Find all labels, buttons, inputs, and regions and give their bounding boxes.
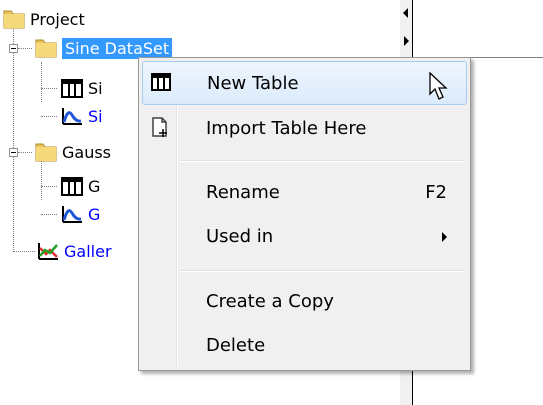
tree-node-label: Gauss xyxy=(62,142,112,162)
tree-node-gauss-dataset[interactable]: Gauss xyxy=(34,141,114,163)
menu-item-create-copy[interactable]: Create a Copy xyxy=(142,280,467,324)
folder-icon xyxy=(34,37,58,59)
tree-node-label: G xyxy=(88,204,101,224)
tree-node-table[interactable]: G xyxy=(60,175,102,197)
tree-node-label: Si xyxy=(88,78,102,98)
menu-item-delete[interactable]: Delete xyxy=(142,324,467,368)
menu-item-label: Import Table Here xyxy=(206,118,367,139)
folder-icon xyxy=(2,8,26,30)
menu-item-label: Delete xyxy=(206,335,266,356)
collapse-toggle[interactable] xyxy=(9,44,18,53)
menu-item-rename[interactable]: Rename F2 xyxy=(142,171,467,215)
import-icon xyxy=(148,115,172,139)
tree-connector xyxy=(41,186,57,187)
tree-connector xyxy=(41,88,57,89)
tree-node-sine-dataset[interactable]: Sine DataSet xyxy=(34,37,173,59)
tree-connector xyxy=(13,251,35,252)
menu-item-new-table[interactable]: New Table xyxy=(142,61,467,105)
menu-item-label: Rename xyxy=(206,182,280,203)
tree-node-label: Galler xyxy=(64,241,112,261)
menu-item-used-in[interactable]: Used in xyxy=(142,215,467,259)
tree-node-label: Sine DataSet xyxy=(62,37,173,59)
menu-item-shortcut: F2 xyxy=(425,182,447,203)
plot-icon xyxy=(60,105,84,127)
context-menu: New Table Import Table Here Rename F2 Us… xyxy=(138,57,471,371)
plot-icon xyxy=(60,203,84,225)
table-icon xyxy=(60,175,84,197)
collapse-toggle[interactable] xyxy=(9,148,18,157)
menu-separator xyxy=(181,270,464,272)
tree-connector xyxy=(41,62,42,102)
gallery-plot-icon xyxy=(36,240,60,262)
tree-connector xyxy=(41,116,57,117)
menu-item-label: Create a Copy xyxy=(206,291,334,312)
tree-node-plot[interactable]: Si xyxy=(60,105,102,127)
mouse-cursor-icon xyxy=(429,72,448,100)
tree-connector xyxy=(41,160,42,200)
menu-separator xyxy=(181,160,464,162)
tree-connector xyxy=(18,152,32,153)
menu-item-label: New Table xyxy=(207,73,299,94)
table-icon xyxy=(149,70,173,94)
folder-icon xyxy=(34,141,58,163)
table-icon xyxy=(60,77,84,99)
submenu-arrow-icon xyxy=(442,232,447,242)
tree-node-plot[interactable]: G xyxy=(60,203,102,225)
tree-connector xyxy=(18,48,32,49)
tree-node-project[interactable]: Project xyxy=(2,8,85,30)
menu-item-import-table[interactable]: Import Table Here xyxy=(142,107,467,151)
tree-node-table[interactable]: Si xyxy=(60,77,102,99)
tree-node-label: Si xyxy=(88,106,102,126)
tree-node-gallery-plot[interactable]: Galler xyxy=(36,240,124,262)
tree-connector xyxy=(41,214,57,215)
tree-node-label: G xyxy=(88,176,101,196)
tree-node-label: Project xyxy=(30,9,85,29)
menu-item-label: Used in xyxy=(206,226,274,247)
tree-connector xyxy=(13,26,14,252)
